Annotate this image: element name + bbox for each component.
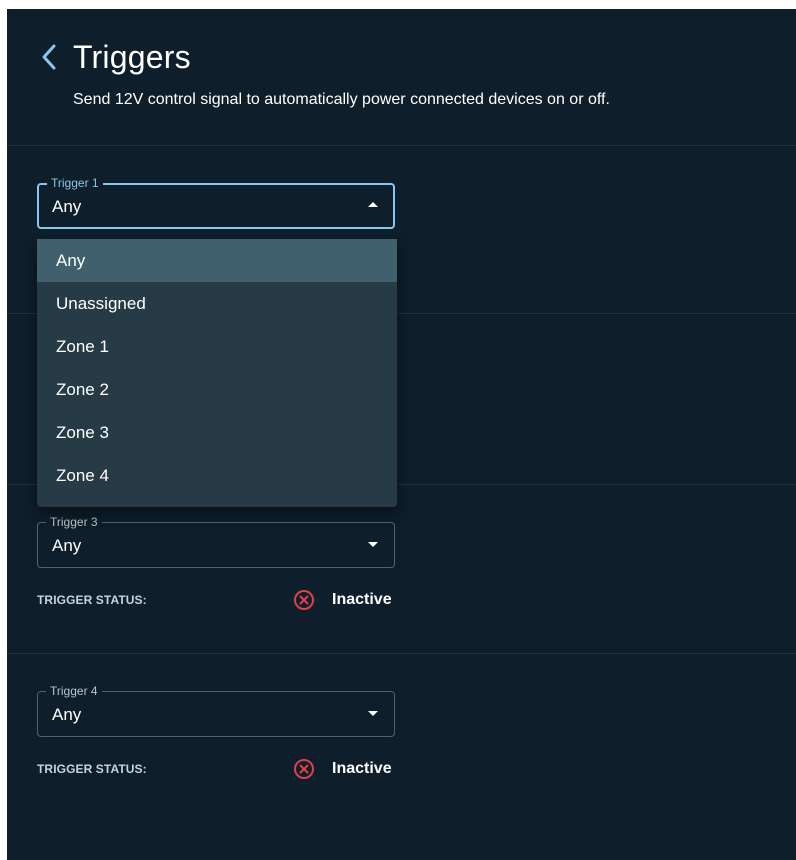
trigger-1-value: Any <box>52 197 82 216</box>
dropdown-option-zone-4[interactable]: Zone 4 <box>37 454 397 497</box>
caret-down-icon <box>368 542 378 547</box>
caret-down-icon <box>368 711 378 716</box>
trigger-3-label: Trigger 3 <box>46 515 102 529</box>
trigger-3-select[interactable]: Trigger 3 Any <box>37 515 395 568</box>
dropdown-option-zone-3[interactable]: Zone 3 <box>37 411 397 454</box>
page-header: Triggers Send 12V control signal to auto… <box>7 9 796 145</box>
x-circle-icon <box>294 590 314 610</box>
caret-up-icon <box>368 202 378 207</box>
trigger-status-value: Inactive <box>332 760 392 777</box>
x-circle-icon <box>294 759 314 779</box>
divider <box>7 653 796 654</box>
trigger-4-value: Any <box>52 705 82 724</box>
page-subtitle: Send 12V control signal to automatically… <box>73 91 610 108</box>
trigger-4-status: TRIGGER STATUS: Inactive <box>37 757 395 781</box>
trigger-1-select[interactable]: Trigger 1 Any <box>37 176 395 229</box>
trigger-4-label: Trigger 4 <box>46 684 102 698</box>
dropdown-option-unassigned[interactable]: Unassigned <box>37 282 397 325</box>
trigger-status-value: Inactive <box>332 591 392 608</box>
chevron-left-icon <box>42 44 56 70</box>
back-button[interactable] <box>35 41 63 73</box>
trigger-status-label: TRIGGER STATUS: <box>37 593 147 607</box>
divider <box>7 145 796 146</box>
trigger-4-select[interactable]: Trigger 4 Any <box>37 684 395 737</box>
trigger-1-dropdown-menu: Any Unassigned Zone 1 Zone 2 Zone 3 Zone… <box>37 239 397 507</box>
dropdown-option-zone-1[interactable]: Zone 1 <box>37 325 397 368</box>
trigger-3-value: Any <box>52 536 82 555</box>
page-title: Triggers <box>73 39 191 75</box>
dropdown-option-any[interactable]: Any <box>37 239 397 282</box>
trigger-3-status: TRIGGER STATUS: Inactive <box>37 588 395 612</box>
trigger-status-label: TRIGGER STATUS: <box>37 762 147 776</box>
trigger-1-label: Trigger 1 <box>47 176 103 190</box>
dropdown-option-zone-2[interactable]: Zone 2 <box>37 368 397 411</box>
triggers-page: Triggers Send 12V control signal to auto… <box>7 9 796 860</box>
